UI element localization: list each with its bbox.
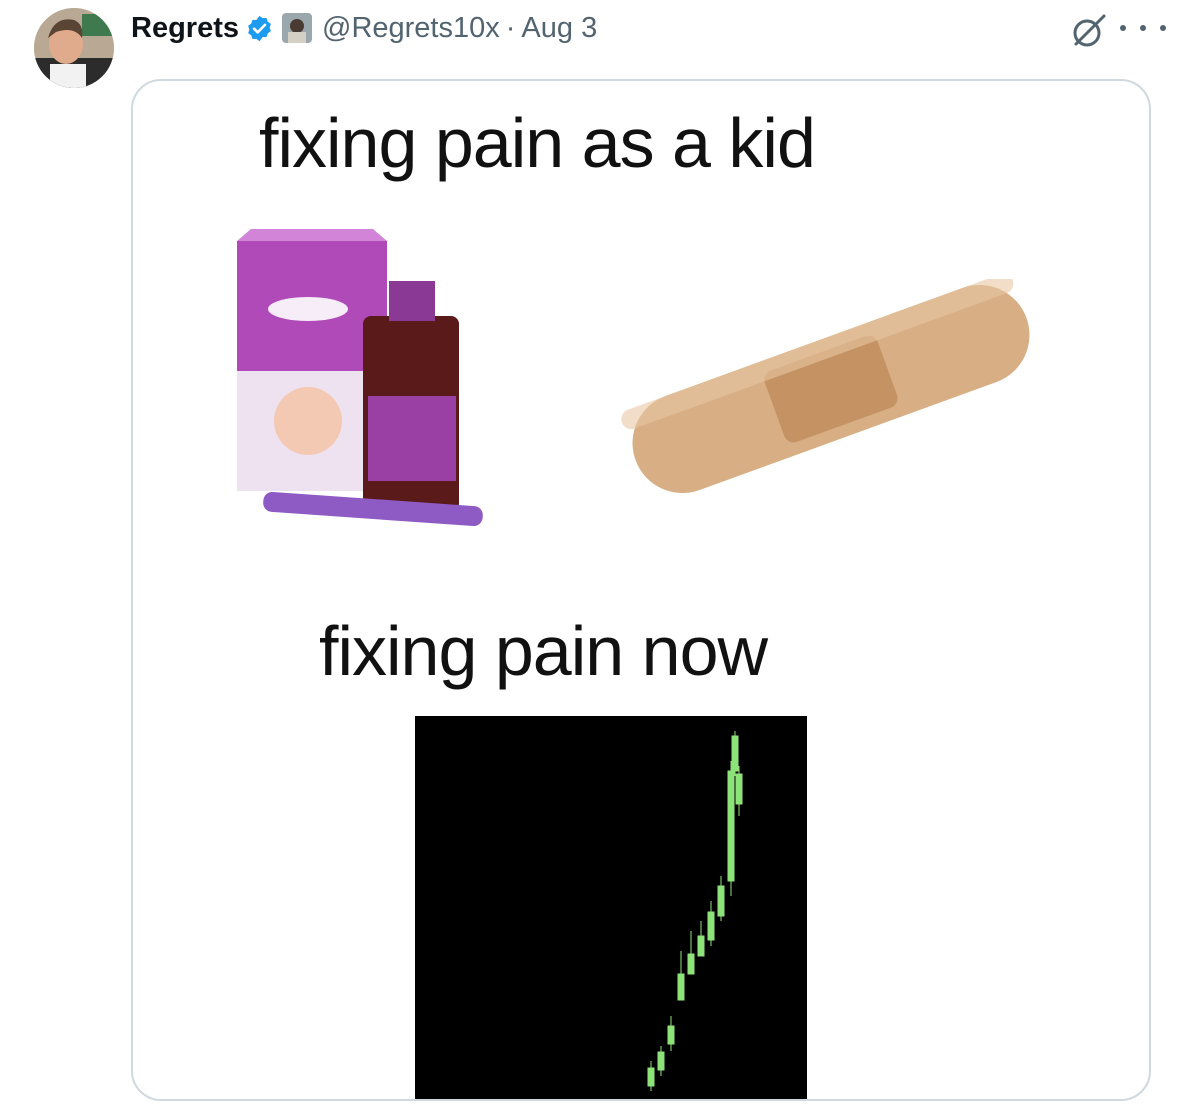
affiliate-badge-icon[interactable] bbox=[282, 13, 312, 43]
author-handle[interactable]: @Regrets10x bbox=[322, 12, 500, 45]
author-name[interactable]: Regrets bbox=[131, 12, 239, 45]
caption-bottom: fixing pain now bbox=[319, 612, 768, 690]
more-options-icon[interactable] bbox=[1120, 10, 1166, 46]
caption-top: fixing pain as a kid bbox=[259, 104, 816, 182]
calpol-medicine-image bbox=[237, 229, 483, 527]
avatar[interactable] bbox=[34, 8, 114, 88]
verified-badge-icon[interactable] bbox=[245, 14, 274, 43]
candlestick-chart-image bbox=[415, 716, 807, 1099]
bandage-image bbox=[621, 279, 1030, 494]
tweet-media[interactable]: fixing pain as a kid fixing pain now bbox=[131, 79, 1151, 1101]
tweet-header: Regrets @Regrets10x · Aug 3 bbox=[131, 8, 597, 48]
avatar-image bbox=[34, 8, 114, 88]
grok-icon[interactable] bbox=[1070, 12, 1108, 50]
separator-dot: · bbox=[505, 11, 516, 44]
tweet-date[interactable]: Aug 3 bbox=[521, 12, 597, 45]
